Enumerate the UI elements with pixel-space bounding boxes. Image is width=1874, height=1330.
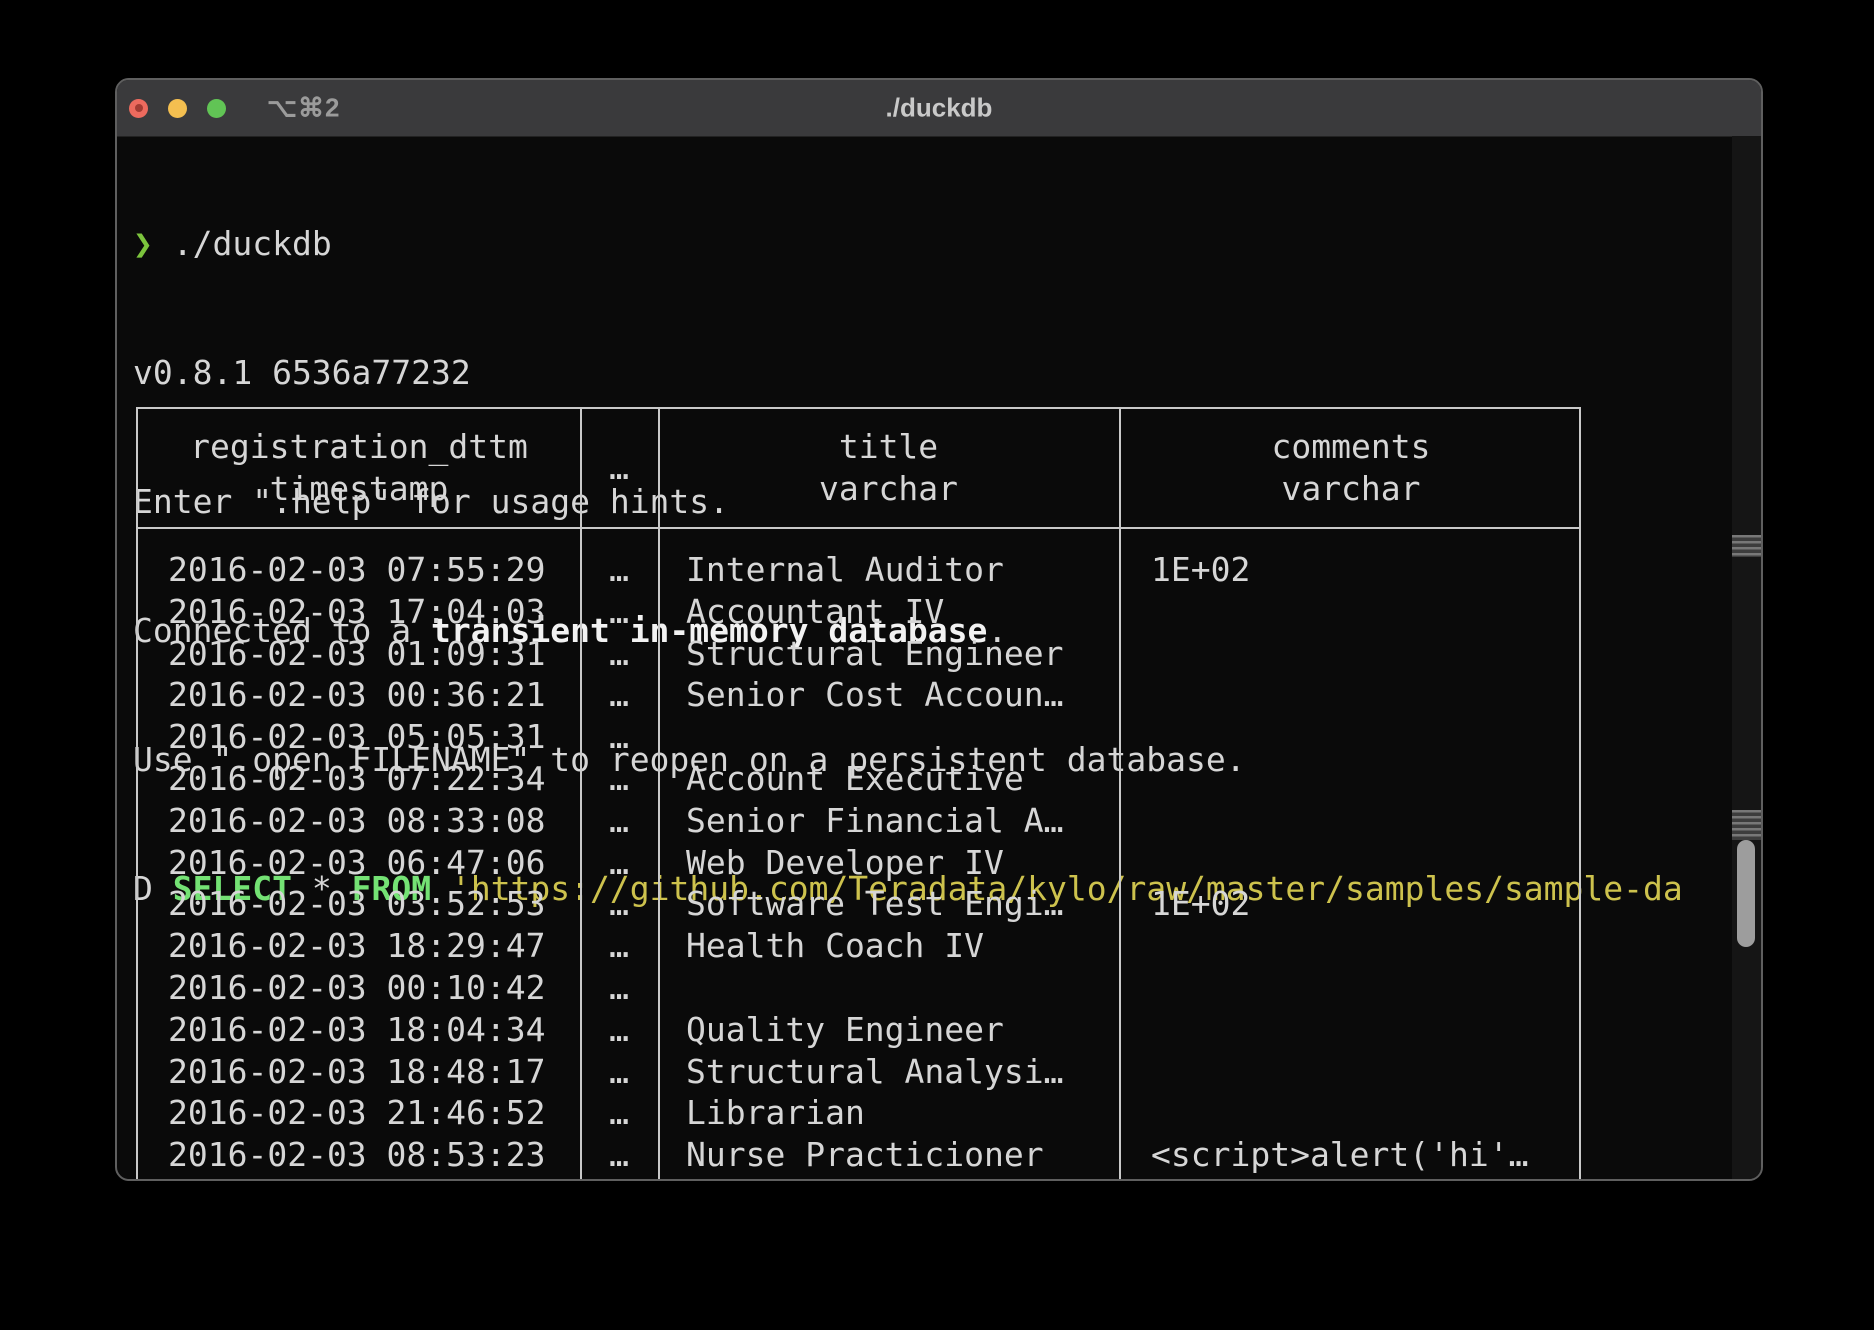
table-row: 2016-02-03 06:47:06…Web Developer IV	[138, 842, 1579, 884]
prompt-chevron-icon: ❯	[133, 224, 153, 263]
table-cell	[1119, 591, 1583, 633]
table-row: 2016-02-03 18:04:34…Quality Engineer	[138, 1009, 1579, 1051]
table-row: 2016-02-03 17:04:03…Accountant IV	[138, 591, 1579, 633]
table-cell: …	[580, 800, 658, 842]
scrollbar-thumb[interactable]	[1737, 840, 1755, 947]
table-cell: …	[580, 1134, 658, 1176]
table-cell: 2016-02-03 17:04:03	[138, 591, 580, 633]
column-divider	[658, 409, 660, 1181]
table-cell: …	[580, 1092, 658, 1134]
table-cell: Health Coach IV	[658, 925, 1119, 967]
table-row: 2016-02-03 01:09:31…Structural Engineer	[138, 633, 1579, 675]
table-cell: …	[580, 883, 658, 925]
table-cell: Accountant IV	[658, 591, 1119, 633]
table-cell: Senior Cost Accoun…	[658, 674, 1119, 716]
table-cell: 2016-02-03 03:52:53	[138, 883, 580, 925]
prompt-line: ❯ ./duckdb	[133, 222, 1727, 265]
scrollbar-marker	[1732, 810, 1761, 840]
table-row: 2016-02-03 07:55:29…Internal Auditor1E+0…	[138, 549, 1579, 591]
table-cell: 2016-02-03 07:22:34	[138, 758, 580, 800]
table-cell: 1E+02	[1119, 883, 1583, 925]
table-cell: …	[580, 1009, 658, 1051]
table-row: 2016-02-03 21:46:52…Librarian	[138, 1092, 1579, 1134]
table-cell: 2016-02-03 18:04:34	[138, 1009, 580, 1051]
table-cell	[1119, 842, 1583, 884]
scrollbar-marker	[1732, 535, 1761, 557]
table-cell: <script>alert('hi'…	[1119, 1134, 1583, 1176]
table-cell: 2016-02-03 08:53:23	[138, 1134, 580, 1176]
table-cell: …	[580, 1051, 658, 1093]
title-bar[interactable]: ⌥⌘2 ./duckdb	[117, 80, 1761, 137]
table-cell: 2016-02-03 18:48:17	[138, 1051, 580, 1093]
table-cell	[1119, 1009, 1583, 1051]
table-cell: …	[580, 674, 658, 716]
table-row: 2016-02-03 05:05:31…	[138, 716, 1579, 758]
table-cell: 2016-02-03 21:46:52	[138, 1092, 580, 1134]
table-cell: Structural Engineer	[658, 633, 1119, 675]
table-cell: Senior Financial A…	[658, 800, 1119, 842]
table-cell: 2016-02-03 08:33:08	[138, 800, 580, 842]
table-cell: …	[580, 549, 658, 591]
table-cell: 1E+02	[1119, 549, 1583, 591]
table-row: 2016-02-03 03:52:53…Software Test Engi…1…	[138, 883, 1579, 925]
table-header: registration_dttmtimestamp … titlevarcha…	[138, 409, 1579, 529]
table-cell: 2016-02-03 07:55:29	[138, 549, 580, 591]
table-cell	[658, 716, 1119, 758]
table-cell: Software Test Engi…	[658, 883, 1119, 925]
table-cell: 2016-02-03 18:29:47	[138, 925, 580, 967]
table-cell	[1119, 633, 1583, 675]
table-cell	[1119, 800, 1583, 842]
window-title: ./duckdb	[117, 93, 1761, 124]
table-row: 2016-02-03 18:29:47…Health Coach IV	[138, 925, 1579, 967]
terminal-window: ⌥⌘2 ./duckdb ❯ ./duckdb v0.8.1 6536a7723…	[115, 78, 1763, 1181]
column-divider	[1119, 409, 1121, 1181]
table-cell: Nurse Practicioner	[658, 1134, 1119, 1176]
table-cell: …	[580, 758, 658, 800]
table-cell	[1119, 758, 1583, 800]
scrollbar-track[interactable]	[1732, 136, 1761, 1179]
column-header-title: titlevarchar	[658, 426, 1119, 510]
table-cell	[1119, 674, 1583, 716]
column-header-ellipsis: …	[580, 447, 658, 489]
table-cell: Quality Engineer	[658, 1009, 1119, 1051]
table-cell: …	[580, 925, 658, 967]
table-cell: Internal Auditor	[658, 549, 1119, 591]
table-cell: Account Executive	[658, 758, 1119, 800]
table-cell: …	[580, 842, 658, 884]
table-row: 2016-02-03 18:48:17…Structural Analysi…	[138, 1051, 1579, 1093]
table-cell: Librarian	[658, 1092, 1119, 1134]
table-row: 2016-02-03 00:36:21…Senior Cost Accoun…	[138, 674, 1579, 716]
table-cell: Structural Analysi…	[658, 1051, 1119, 1093]
column-divider	[580, 409, 582, 1181]
table-row: 2016-02-03 08:53:23…Nurse Practicioner<s…	[138, 1134, 1579, 1176]
table-cell: 2016-02-03 01:09:31	[138, 633, 580, 675]
table-cell	[1119, 1051, 1583, 1093]
table-cell: …	[580, 967, 658, 1009]
table-cell: 2016-02-03 06:47:06	[138, 842, 580, 884]
table-cell	[658, 967, 1119, 1009]
column-header-comments: commentsvarchar	[1119, 426, 1583, 510]
table-row: 2016-02-03 07:22:34…Account Executive	[138, 758, 1579, 800]
table-body: 2016-02-03 07:55:29…Internal Auditor1E+0…	[138, 529, 1579, 1176]
table-cell	[1119, 716, 1583, 758]
table-cell: …	[580, 716, 658, 758]
table-row: 2016-02-03 00:10:42…	[138, 967, 1579, 1009]
column-header-registration-dttm: registration_dttmtimestamp	[138, 426, 580, 510]
table-cell: 2016-02-03 00:10:42	[138, 967, 580, 1009]
table-cell	[1119, 967, 1583, 1009]
table-cell	[1119, 1092, 1583, 1134]
table-cell: Web Developer IV	[658, 842, 1119, 884]
prompt-command: ./duckdb	[173, 224, 332, 263]
table-cell: 2016-02-03 00:36:21	[138, 674, 580, 716]
table-cell: …	[580, 591, 658, 633]
table-cell: …	[580, 633, 658, 675]
table-cell	[1119, 925, 1583, 967]
table-row: 2016-02-03 08:33:08…Senior Financial A…	[138, 800, 1579, 842]
result-table: registration_dttmtimestamp … titlevarcha…	[136, 407, 1581, 1181]
version-line: v0.8.1 6536a77232	[133, 351, 1727, 394]
table-cell: 2016-02-03 05:05:31	[138, 716, 580, 758]
